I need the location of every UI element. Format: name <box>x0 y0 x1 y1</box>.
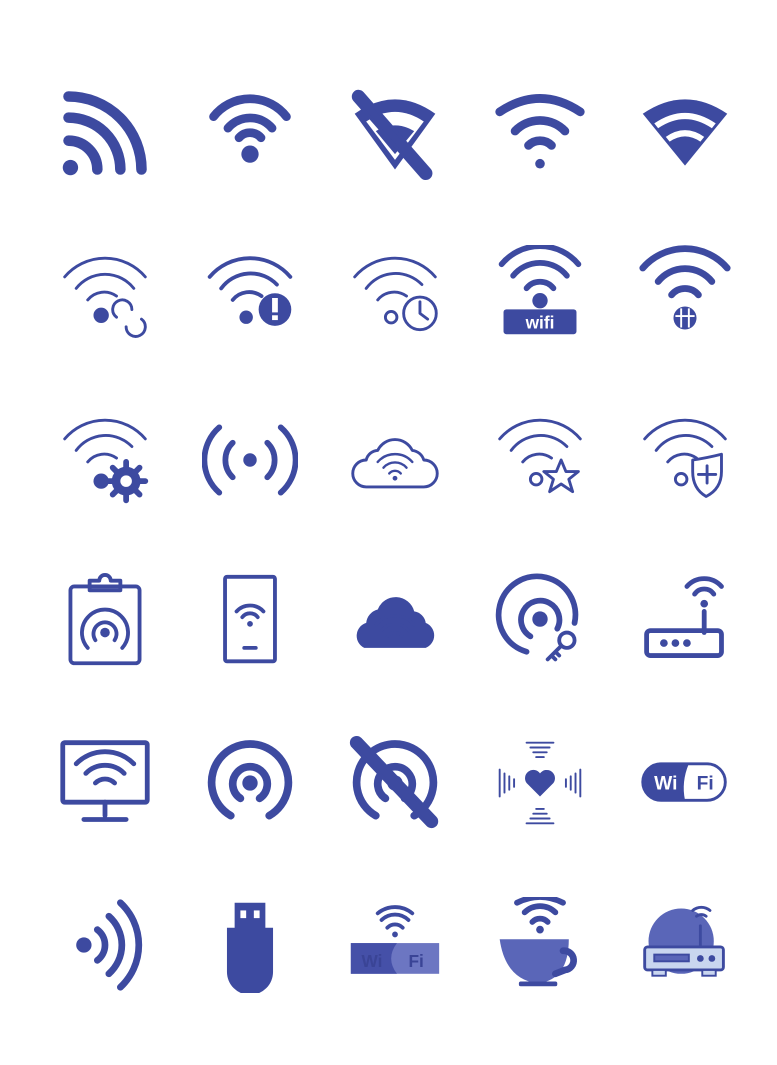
wifi-alert-icon <box>202 250 298 346</box>
broadcast-icon <box>202 412 298 508</box>
cloud-wifi-filled-icon <box>347 573 443 669</box>
clipboard-hotspot-icon <box>57 573 153 669</box>
wifi-clock-icon <box>347 250 443 346</box>
wifi-badge-fi: Fi <box>697 774 714 795</box>
wifi-sign-icon: Wi Fi <box>347 897 443 993</box>
heart-signal-icon <box>492 735 588 831</box>
cloud-wifi-outline-icon <box>347 412 443 508</box>
wifi-shield-plus-icon <box>637 412 733 508</box>
wifi-filled-icon <box>637 85 733 181</box>
monitor-wifi-icon <box>57 735 153 831</box>
router-circle-icon <box>637 897 733 993</box>
usb-dongle-icon <box>202 897 298 993</box>
coffee-wifi-icon <box>492 897 588 993</box>
wifi-icon <box>202 85 298 181</box>
wifi-label-icon: wifi <box>492 245 588 341</box>
wifi-badge-wi: Wi <box>654 774 677 795</box>
wifi-label-text: wifi <box>525 313 555 333</box>
hotspot-off-icon <box>347 735 443 831</box>
rss-signal-icon <box>57 85 153 181</box>
phone-wifi-icon <box>202 573 298 669</box>
wifi-settings-icon <box>57 412 153 508</box>
wifi-bold-icon <box>492 85 588 181</box>
wifi-sync-icon <box>57 250 153 346</box>
wifi-off-icon <box>347 85 443 181</box>
wifi-sign-wi: Wi <box>361 951 382 971</box>
wifi-badge-icon: Wi Fi <box>637 735 733 831</box>
wifi-sign-fi: Fi <box>408 951 423 971</box>
wifi-globe-icon <box>637 245 733 341</box>
hotspot-icon <box>202 735 298 831</box>
router-icon <box>637 573 733 669</box>
hotspot-key-icon <box>492 573 588 669</box>
wifi-side-icon <box>57 897 153 993</box>
wifi-star-icon <box>492 412 588 508</box>
